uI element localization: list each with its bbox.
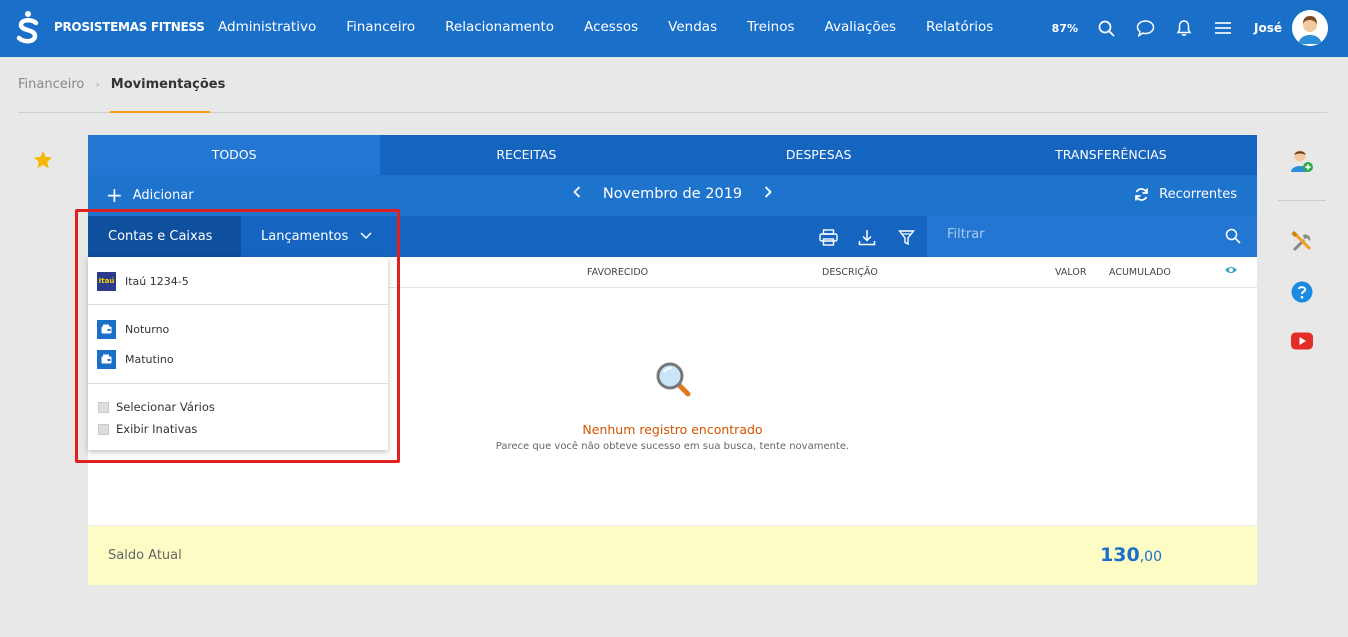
- column-favorecido[interactable]: FAVORECIDO: [587, 267, 648, 278]
- accounts-selector[interactable]: Contas e Caixas: [88, 216, 241, 281]
- top-actions: 87% José: [1052, 10, 1328, 46]
- column-valor[interactable]: VALOR: [1055, 267, 1086, 278]
- star-icon[interactable]: [32, 149, 54, 171]
- tab-receitas[interactable]: RECEITAS: [380, 135, 673, 175]
- zoom-level[interactable]: 87%: [1052, 22, 1078, 35]
- entries-selector-label: Lançamentos: [261, 229, 349, 244]
- bell-icon[interactable]: [1174, 18, 1194, 38]
- balance-label: Saldo Atual: [108, 548, 182, 563]
- download-icon[interactable]: [857, 227, 877, 247]
- dropdown-divider: [88, 304, 388, 305]
- filter-input[interactable]: [947, 227, 1207, 242]
- user-name[interactable]: José: [1254, 21, 1282, 35]
- page-title: Movimentações: [110, 77, 226, 92]
- balance-cents: ,00: [1139, 549, 1162, 565]
- period-bar: + Adicionar Novembro de 2019 Recorrentes: [88, 175, 1257, 216]
- refresh-icon: [1135, 188, 1149, 201]
- cashbox-label: Noturno: [125, 322, 170, 336]
- chevron-left-icon[interactable]: [573, 186, 581, 202]
- month-navigator: Novembro de 2019: [88, 186, 1257, 202]
- balance-integer: 130: [1100, 544, 1140, 566]
- menu-icon[interactable]: [1213, 18, 1233, 38]
- account-label: Itaú 1234-5: [125, 274, 189, 288]
- print-icon[interactable]: [818, 227, 838, 247]
- filter-bar: Contas e Caixas Lançamentos: [88, 216, 1257, 281]
- balance-footer: Saldo Atual 130,00: [88, 525, 1257, 585]
- checkbox-label: Exibir Inativas: [116, 422, 198, 436]
- tab-todos[interactable]: TODOS: [88, 135, 381, 175]
- nav-relatorios[interactable]: Relatórios: [926, 19, 993, 35]
- account-item-bank[interactable]: Itaú Itaú 1234-5: [97, 271, 189, 291]
- cashbox-label: Matutino: [125, 352, 174, 366]
- breadcrumb-divider: [18, 112, 1327, 113]
- nav-avaliacoes[interactable]: Avaliações: [825, 19, 897, 35]
- help-icon[interactable]: [1290, 280, 1314, 304]
- magnifier-icon: [656, 362, 691, 397]
- logo-icon[interactable]: [16, 10, 40, 46]
- current-month: Novembro de 2019: [602, 186, 743, 202]
- recurrent-button[interactable]: Recorrentes: [1134, 187, 1237, 202]
- wallet-icon: [97, 319, 116, 339]
- nav-relacionamento[interactable]: Relacionamento: [445, 19, 554, 35]
- select-multiple-checkbox[interactable]: Selecionar Vários: [98, 400, 215, 414]
- chevron-right-icon: ›: [95, 78, 100, 91]
- entries-selector[interactable]: Lançamentos: [241, 216, 392, 257]
- search-icon[interactable]: [1225, 228, 1241, 244]
- eye-icon[interactable]: [1224, 265, 1238, 275]
- accounts-selector-label: Contas e Caixas: [108, 229, 213, 244]
- chat-icon[interactable]: [1135, 18, 1155, 38]
- accounts-dropdown: Itaú Itaú 1234-5 Noturno Matutino Seleci…: [88, 257, 388, 450]
- checkbox-label: Selecionar Vários: [116, 400, 215, 414]
- filter-icon[interactable]: [896, 227, 916, 247]
- column-acumulado[interactable]: ACUMULADO: [1109, 267, 1171, 278]
- breadcrumb-active-underline: [110, 111, 210, 113]
- balance-value: 130,00: [1100, 544, 1162, 566]
- transaction-type-tabs: TODOS RECEITAS DESPESAS TRANSFERÊNCIAS: [88, 135, 1257, 175]
- main-nav: Administrativo Financeiro Relacionamento…: [218, 19, 1023, 35]
- nav-administrativo[interactable]: Administrativo: [218, 19, 316, 35]
- top-navbar: PROSISTEMAS FITNESS Administrativo Finan…: [0, 0, 1348, 57]
- tools-icon[interactable]: [1290, 230, 1314, 254]
- column-descricao[interactable]: DESCRIÇÃO: [822, 267, 878, 278]
- nav-vendas[interactable]: Vendas: [668, 19, 717, 35]
- chevron-right-icon[interactable]: [764, 186, 772, 202]
- youtube-icon[interactable]: [1290, 331, 1314, 351]
- breadcrumb-parent[interactable]: Financeiro: [18, 77, 84, 92]
- checkbox[interactable]: [98, 423, 109, 435]
- breadcrumb: Financeiro › Movimentações: [18, 77, 225, 92]
- avatar[interactable]: [1292, 10, 1328, 46]
- tab-despesas[interactable]: DESPESAS: [672, 135, 965, 175]
- recurrent-label: Recorrentes: [1159, 187, 1237, 202]
- toolbar-actions: [818, 227, 935, 247]
- brand-name: PROSISTEMAS FITNESS: [54, 20, 205, 34]
- dropdown-divider: [88, 383, 388, 384]
- cashbox-item-noturno[interactable]: Noturno: [97, 319, 169, 339]
- checkbox[interactable]: [98, 401, 109, 413]
- nav-financeiro[interactable]: Financeiro: [346, 19, 415, 35]
- bank-logo-icon: Itaú: [97, 271, 116, 291]
- wallet-icon: [97, 349, 116, 369]
- search-icon[interactable]: [1096, 18, 1116, 38]
- show-inactive-checkbox[interactable]: Exibir Inativas: [98, 422, 197, 436]
- cashbox-item-matutino[interactable]: Matutino: [97, 349, 174, 369]
- chevron-down-icon: [360, 232, 372, 240]
- add-user-icon[interactable]: [1290, 148, 1314, 174]
- tab-transferencias[interactable]: TRANSFERÊNCIAS: [964, 135, 1257, 175]
- nav-acessos[interactable]: Acessos: [584, 19, 638, 35]
- filter-field: [927, 216, 1257, 257]
- nav-treinos[interactable]: Treinos: [747, 19, 794, 35]
- sidebar-divider: [1278, 200, 1326, 201]
